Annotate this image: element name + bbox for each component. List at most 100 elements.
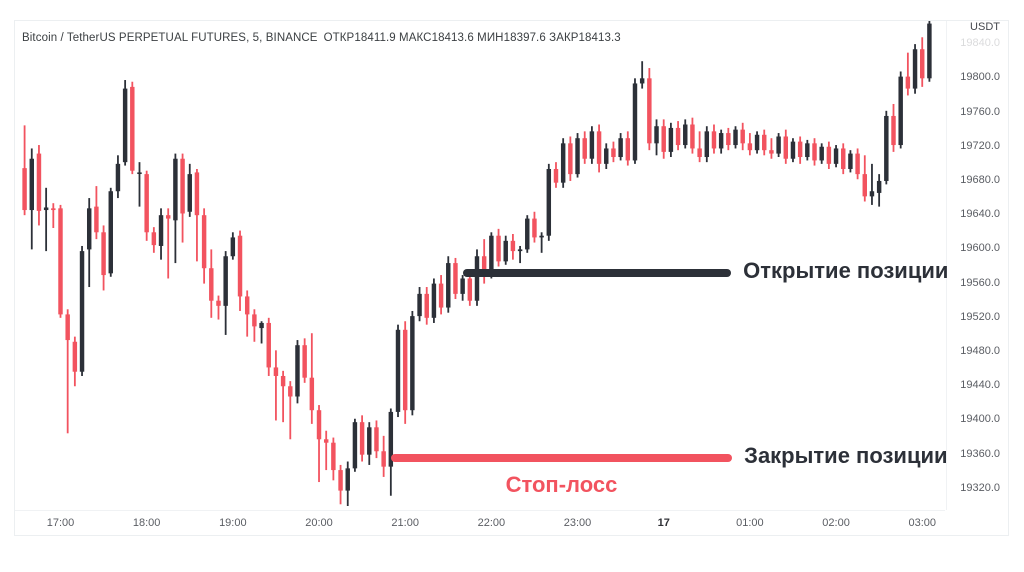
candle-body-down [144, 174, 149, 233]
candle-body-up [884, 115, 889, 181]
price-scale[interactable]: USDT 19840.0 19800.0 19760.0 19720.0 19680.0… [946, 21, 1008, 510]
candle-body-down [101, 232, 106, 276]
open-position-label: Открытие позиции [743, 258, 949, 284]
price-tick: 19400.0 [960, 413, 1000, 426]
price-tick: 19600.0 [960, 242, 1000, 255]
candle-wick [641, 61, 644, 89]
candle-body-down [812, 143, 817, 161]
candle-body-up [446, 263, 451, 308]
candle-body-up [604, 148, 609, 164]
candle-wick [45, 187, 48, 252]
candle-body-down [374, 427, 379, 452]
candle-body-down [309, 377, 315, 411]
candle-body-up [259, 322, 264, 329]
candle-body-up [158, 215, 164, 246]
candle-body-up [223, 256, 228, 306]
candle-body-up [733, 129, 738, 146]
candle-body-down [338, 470, 343, 491]
candle-body-down [625, 138, 631, 161]
candle-body-up [927, 23, 932, 79]
candle-body-up [898, 76, 903, 146]
candle-body-down [288, 386, 293, 397]
candle-body-down [467, 278, 473, 301]
candle-wick [871, 163, 873, 205]
candle-body-down [252, 314, 257, 327]
candle-wick [698, 131, 701, 163]
candle-body-up [122, 88, 128, 163]
candle-body-up [29, 158, 34, 211]
candle-body-down [323, 439, 329, 443]
price-tick: 19680.0 [960, 173, 1000, 186]
candle-body-down [273, 367, 279, 376]
candle-body-down [762, 134, 767, 151]
candle-body-down [596, 131, 602, 164]
time-tick: 22:00 [477, 517, 506, 529]
candle-body-up [187, 174, 192, 212]
close-position-label: Закрытие позиции [744, 443, 948, 469]
candle-body-down [797, 141, 803, 158]
candle-body-down [194, 172, 200, 216]
time-tick: 03:00 [908, 517, 936, 529]
candle-body-up [575, 138, 580, 175]
candle-body-down [237, 235, 243, 297]
time-tick: 19:00 [219, 517, 247, 529]
candle-body-down [424, 293, 429, 318]
candle-body-up [503, 240, 508, 262]
time-tick: 17 [657, 517, 670, 529]
candle-body-up [43, 207, 49, 211]
candle-body-up [352, 422, 358, 469]
candle-body-down [675, 127, 681, 146]
open-position-line [462, 269, 732, 278]
candle-body-down [165, 215, 171, 219]
candle-body-down [855, 153, 860, 175]
candle-body-down [905, 76, 911, 89]
candle-body-up [869, 191, 875, 197]
candle-body-down [611, 148, 616, 158]
candle-body-up [560, 143, 566, 183]
candle-body-down [862, 174, 867, 197]
candle-body-down [769, 150, 774, 154]
price-tick: 19520.0 [960, 310, 1000, 323]
candle-body-down [65, 314, 70, 341]
price-tick: 19800.0 [960, 71, 1000, 84]
candle-body-down [244, 296, 250, 315]
candle-body-down [841, 148, 846, 169]
candle-body-up [431, 283, 437, 318]
candle-body-up [683, 124, 688, 146]
candle-body-down [180, 158, 185, 214]
chart-screenshot: Bitcoin / TetherUS PERPETUAL FUTURES, 5,… [0, 0, 1024, 572]
candle-body-up [618, 138, 623, 158]
candle-body-down [316, 410, 322, 440]
candle-body-up [589, 131, 595, 159]
time-tick: 21:00 [391, 517, 419, 529]
candle-body-down [690, 124, 695, 149]
candle-body-up [668, 127, 674, 152]
candle-body-up [525, 218, 530, 250]
time-tick: 01:00 [736, 517, 764, 529]
candle-body-up [833, 148, 839, 164]
time-scale[interactable]: 17:00 18:00 19:00 20:00 21:00 22:00 23:00 17 01:… [15, 510, 945, 536]
candle-wick [52, 203, 55, 229]
candle-body-up [295, 345, 300, 397]
time-tick: 18:00 [132, 517, 161, 529]
candle-body-up [876, 180, 882, 193]
price-tick: 19480.0 [960, 345, 1000, 358]
candle-body-down [891, 115, 896, 146]
candle-body-down [568, 143, 573, 175]
price-tick: 19720.0 [960, 139, 1000, 152]
candle-body-down [711, 131, 717, 149]
candle-wick [275, 350, 277, 421]
candle-body-up [173, 158, 178, 221]
candle-body-up [230, 237, 236, 257]
candle-body-down [216, 300, 221, 306]
candle-body-down [661, 126, 666, 152]
candle-body-down [783, 136, 789, 159]
candle-body-down [747, 143, 753, 151]
price-tick: 19560.0 [960, 276, 1000, 289]
candle-body-down [22, 168, 27, 211]
price-tick: 19440.0 [960, 379, 1000, 392]
candle-body-down [209, 268, 214, 301]
candle-body-down [553, 168, 559, 183]
candle-body-down [402, 329, 408, 411]
candle-body-up [546, 168, 552, 236]
